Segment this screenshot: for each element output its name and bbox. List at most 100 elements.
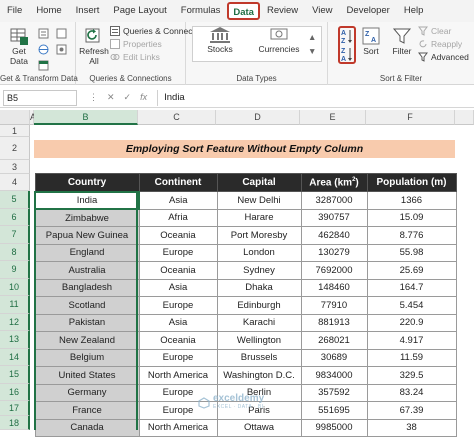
sort-a-to-z-button[interactable]: A Z	[341, 28, 353, 44]
column-header-c[interactable]: C	[138, 110, 216, 125]
cell-continent[interactable]: Europe	[138, 243, 218, 262]
row-header-15[interactable]: 15	[0, 366, 30, 384]
cell-country[interactable]: Australia	[34, 261, 140, 280]
tab-developer[interactable]: Developer	[340, 2, 397, 20]
cell-continent[interactable]: North America	[138, 418, 218, 437]
cell-population[interactable]: 164.7	[366, 278, 457, 297]
row-header-2[interactable]: 2	[0, 137, 30, 160]
cell-population[interactable]: 5.454	[366, 296, 457, 315]
cell-country[interactable]: Pakistan	[34, 313, 140, 332]
tab-file[interactable]: File	[0, 2, 29, 20]
cell-area[interactable]: 390757	[300, 208, 368, 227]
refresh-all-button[interactable]: Refresh All	[79, 26, 109, 66]
cell-capital[interactable]: Washington D.C.	[216, 366, 302, 385]
row-header-7[interactable]: 7	[0, 226, 30, 244]
tab-insert[interactable]: Insert	[69, 2, 107, 20]
cell-capital[interactable]: Harare	[216, 208, 302, 227]
tab-help[interactable]: Help	[397, 2, 431, 20]
sort-button[interactable]: Z A Sort	[360, 26, 382, 56]
cell-country[interactable]: India	[34, 190, 140, 210]
row-header-8[interactable]: 8	[0, 243, 30, 261]
row-header-9[interactable]: 9	[0, 261, 30, 279]
recent-sources-icon[interactable]	[56, 28, 67, 39]
cell-capital[interactable]: Wellington	[216, 331, 302, 350]
cell-area[interactable]: 7692000	[300, 261, 368, 280]
cell-area[interactable]: 130279	[300, 243, 368, 262]
cell-continent[interactable]: Europe	[138, 296, 218, 315]
row-header-18[interactable]: 18	[0, 416, 30, 430]
row-header-14[interactable]: 14	[0, 348, 30, 366]
row-header-3[interactable]: 3	[0, 160, 30, 174]
data-types-more[interactable]: ▼	[308, 46, 316, 56]
cell-capital[interactable]: Ottawa	[216, 418, 302, 437]
name-box[interactable]: B5	[3, 89, 77, 106]
cell-continent[interactable]: Oceania	[138, 226, 218, 245]
cell-population[interactable]: 4.917	[366, 331, 457, 350]
row-header-12[interactable]: 12	[0, 313, 30, 331]
tab-data[interactable]: Data	[227, 2, 260, 20]
properties-button[interactable]: Properties	[110, 39, 162, 49]
select-all-corner[interactable]	[0, 110, 30, 125]
column-header-f[interactable]: F	[366, 110, 455, 125]
from-table-icon[interactable]	[38, 60, 49, 71]
cell-continent[interactable]: Asia	[138, 191, 218, 210]
cancel-icon[interactable]: ✕	[107, 92, 115, 103]
cell-country[interactable]: New Zealand	[34, 331, 140, 350]
cell-population[interactable]: 38	[366, 418, 457, 437]
cell-country[interactable]: Zimbabwe	[34, 208, 140, 227]
sheet-title[interactable]: Employing Sort Feature Without Empty Col…	[34, 140, 455, 158]
cell-area[interactable]: 462840	[300, 226, 368, 245]
cell-area[interactable]: 9834000	[300, 366, 368, 385]
cell-population[interactable]: 11.59	[366, 348, 457, 367]
cell-country[interactable]: Papua New Guinea	[34, 226, 140, 245]
cell-capital[interactable]: Karachi	[216, 313, 302, 332]
insert-function-icon[interactable]: fx	[140, 92, 147, 103]
cell-population[interactable]: 83.24	[366, 383, 457, 402]
header-area[interactable]: Area (km2)	[300, 173, 368, 192]
cell-area[interactable]: 3287000	[300, 191, 368, 210]
cell-capital[interactable]: Brussels	[216, 348, 302, 367]
advanced-button[interactable]: Advanced	[418, 52, 469, 62]
tab-page-layout[interactable]: Page Layout	[106, 2, 173, 20]
column-header-d[interactable]: D	[216, 110, 300, 125]
cell-country[interactable]: France	[34, 401, 140, 420]
column-header-e[interactable]: E	[300, 110, 366, 125]
cell-population[interactable]: 67.39	[366, 401, 457, 420]
cell-capital[interactable]: Dhaka	[216, 278, 302, 297]
cell-country[interactable]: Germany	[34, 383, 140, 402]
tab-formulas[interactable]: Formulas	[174, 2, 228, 20]
cell-area[interactable]: 148460	[300, 278, 368, 297]
cell-capital[interactable]: Port Moresby	[216, 226, 302, 245]
cell-country[interactable]: Canada	[34, 418, 140, 437]
from-web-icon[interactable]	[38, 44, 49, 55]
clear-button[interactable]: Clear	[418, 26, 451, 36]
cell-population[interactable]: 15.09	[366, 208, 457, 227]
cell-continent[interactable]: Europe	[138, 348, 218, 367]
cell-country[interactable]: England	[34, 243, 140, 262]
header-country[interactable]: Country	[34, 173, 140, 192]
cell-area[interactable]: 77910	[300, 296, 368, 315]
cell-continent[interactable]: Oceania	[138, 261, 218, 280]
cell-population[interactable]: 25.69	[366, 261, 457, 280]
cell-continent[interactable]: Afria	[138, 208, 218, 227]
cell-area[interactable]: 357592	[300, 383, 368, 402]
cell-population[interactable]: 1366	[366, 191, 457, 210]
enter-icon[interactable]: ✓	[124, 92, 132, 103]
cell-population[interactable]: 8.776	[366, 226, 457, 245]
existing-connections-icon[interactable]	[56, 44, 67, 55]
row-header-10[interactable]: 10	[0, 278, 30, 296]
cell-area[interactable]: 268021	[300, 331, 368, 350]
tab-home[interactable]: Home	[29, 2, 68, 20]
row-header-17[interactable]: 17	[0, 401, 30, 416]
cell-continent[interactable]: North America	[138, 366, 218, 385]
cell-capital[interactable]: London	[216, 243, 302, 262]
cell-population[interactable]: 55.98	[366, 243, 457, 262]
row-header-13[interactable]: 13	[0, 331, 30, 349]
row-header-16[interactable]: 16	[0, 383, 30, 401]
column-header-b[interactable]: B	[34, 110, 138, 125]
tab-view[interactable]: View	[305, 2, 339, 20]
row-header-4[interactable]: 4	[0, 174, 30, 191]
row-header-5[interactable]: 5	[0, 191, 30, 209]
cell-area[interactable]: 30689	[300, 348, 368, 367]
cell-area[interactable]: 551695	[300, 401, 368, 420]
